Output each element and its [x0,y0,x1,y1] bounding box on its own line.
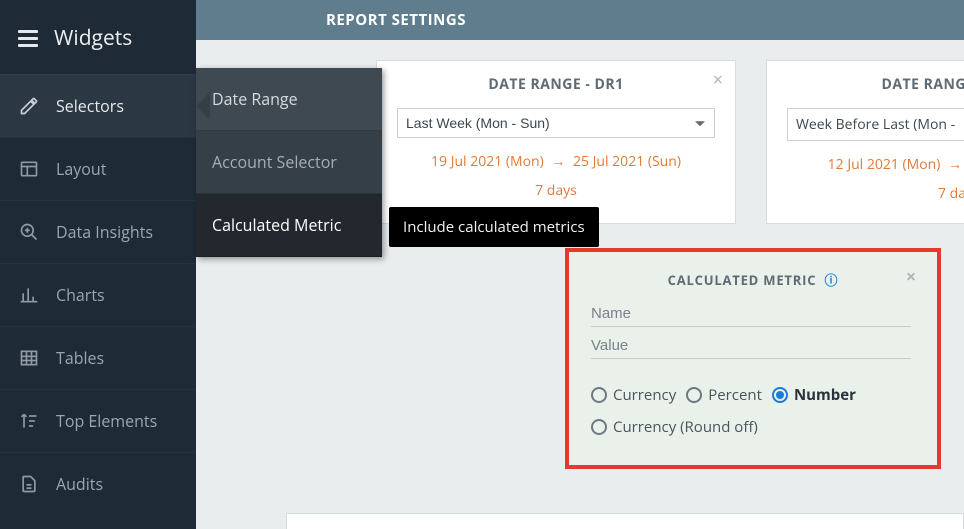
calculated-metric-panel: CALCULATED METRIC ⓘ × Currency Percent N… [565,248,941,469]
layout-icon [18,159,40,179]
nav-label: Layout [56,158,106,180]
bar-chart-icon [18,285,40,305]
radio-percent[interactable]: Percent [686,385,762,405]
nav-label: Tables [56,347,104,369]
sidebar-header: Widgets [0,0,196,74]
nav-label: Selectors [56,95,124,117]
submenu-item-account-selector[interactable]: Account Selector [196,131,382,194]
metric-value-input[interactable] [591,335,911,359]
zoom-in-icon [18,222,40,242]
nav-item-layout[interactable]: Layout [0,137,196,200]
nav-label: Top Elements [56,410,157,432]
radio-currency-round[interactable]: Currency (Round off) [591,417,758,437]
nav-item-selectors[interactable]: Selectors [0,74,196,137]
date-range-select-dr2[interactable]: Week Before Last (Mon - [787,108,964,141]
date-range-card-dr2: DATE RANG Week Before Last (Mon - 12 Jul… [766,60,964,224]
format-radio-group: Currency Percent Number Currency (Round … [591,385,915,437]
submenu-label: Calculated Metric [212,214,341,236]
sort-icon [18,411,40,431]
card-title: DATE RANG [787,75,964,94]
document-icon [18,474,40,494]
date-range-select-dr1[interactable]: Last Week (Mon - Sun) [397,108,715,138]
card-title: DATE RANGE - DR1 [397,75,715,94]
date-range-days: 7 da [787,184,964,203]
bottom-panel-peek [286,513,964,529]
nav-item-top-elements[interactable]: Top Elements [0,389,196,452]
arrow-right-icon: → [944,155,964,174]
nav-label: Data Insights [56,221,153,243]
content-header-title: REPORT SETTINGS [326,10,466,30]
calculated-metric-tooltip: Include calculated metrics [389,207,599,247]
close-icon[interactable]: × [713,71,723,89]
date-range-readout: 12 Jul 2021 (Mon) → [787,155,964,174]
info-icon[interactable]: ⓘ [825,270,839,289]
content-header: REPORT SETTINGS [196,0,964,40]
edit-icon [18,96,40,116]
sidebar-title: Widgets [54,24,132,52]
submenu-item-date-range[interactable]: Date Range [196,68,382,131]
submenu-item-calculated-metric[interactable]: Calculated Metric [196,194,382,257]
sidebar: Widgets Selectors Layout [0,0,196,529]
submenu-label: Date Range [212,88,298,110]
nav-item-tables[interactable]: Tables [0,326,196,389]
close-icon[interactable]: × [906,268,917,286]
date-range-card-dr1: × DATE RANGE - DR1 Last Week (Mon - Sun)… [376,60,736,224]
metric-name-input[interactable] [591,303,911,327]
nav-item-audits[interactable]: Audits [0,452,196,515]
date-range-days: 7 days [397,181,715,200]
nav-item-data-insights[interactable]: Data Insights [0,200,196,263]
radio-currency[interactable]: Currency [591,385,676,405]
arrow-right-icon: → [547,152,569,171]
nav-label: Charts [56,284,105,306]
grid-icon [18,348,40,368]
nav-label: Audits [56,473,103,495]
nav-item-charts[interactable]: Charts [0,263,196,326]
date-range-readout: 19 Jul 2021 (Mon) → 25 Jul 2021 (Sun) [397,152,715,171]
radio-number[interactable]: Number [772,385,856,405]
submenu-label: Account Selector [212,151,337,173]
selectors-submenu: Date Range Account Selector Calculated M… [196,68,382,257]
panel-title: CALCULATED METRIC ⓘ × [591,270,915,289]
hamburger-icon[interactable] [18,30,38,47]
